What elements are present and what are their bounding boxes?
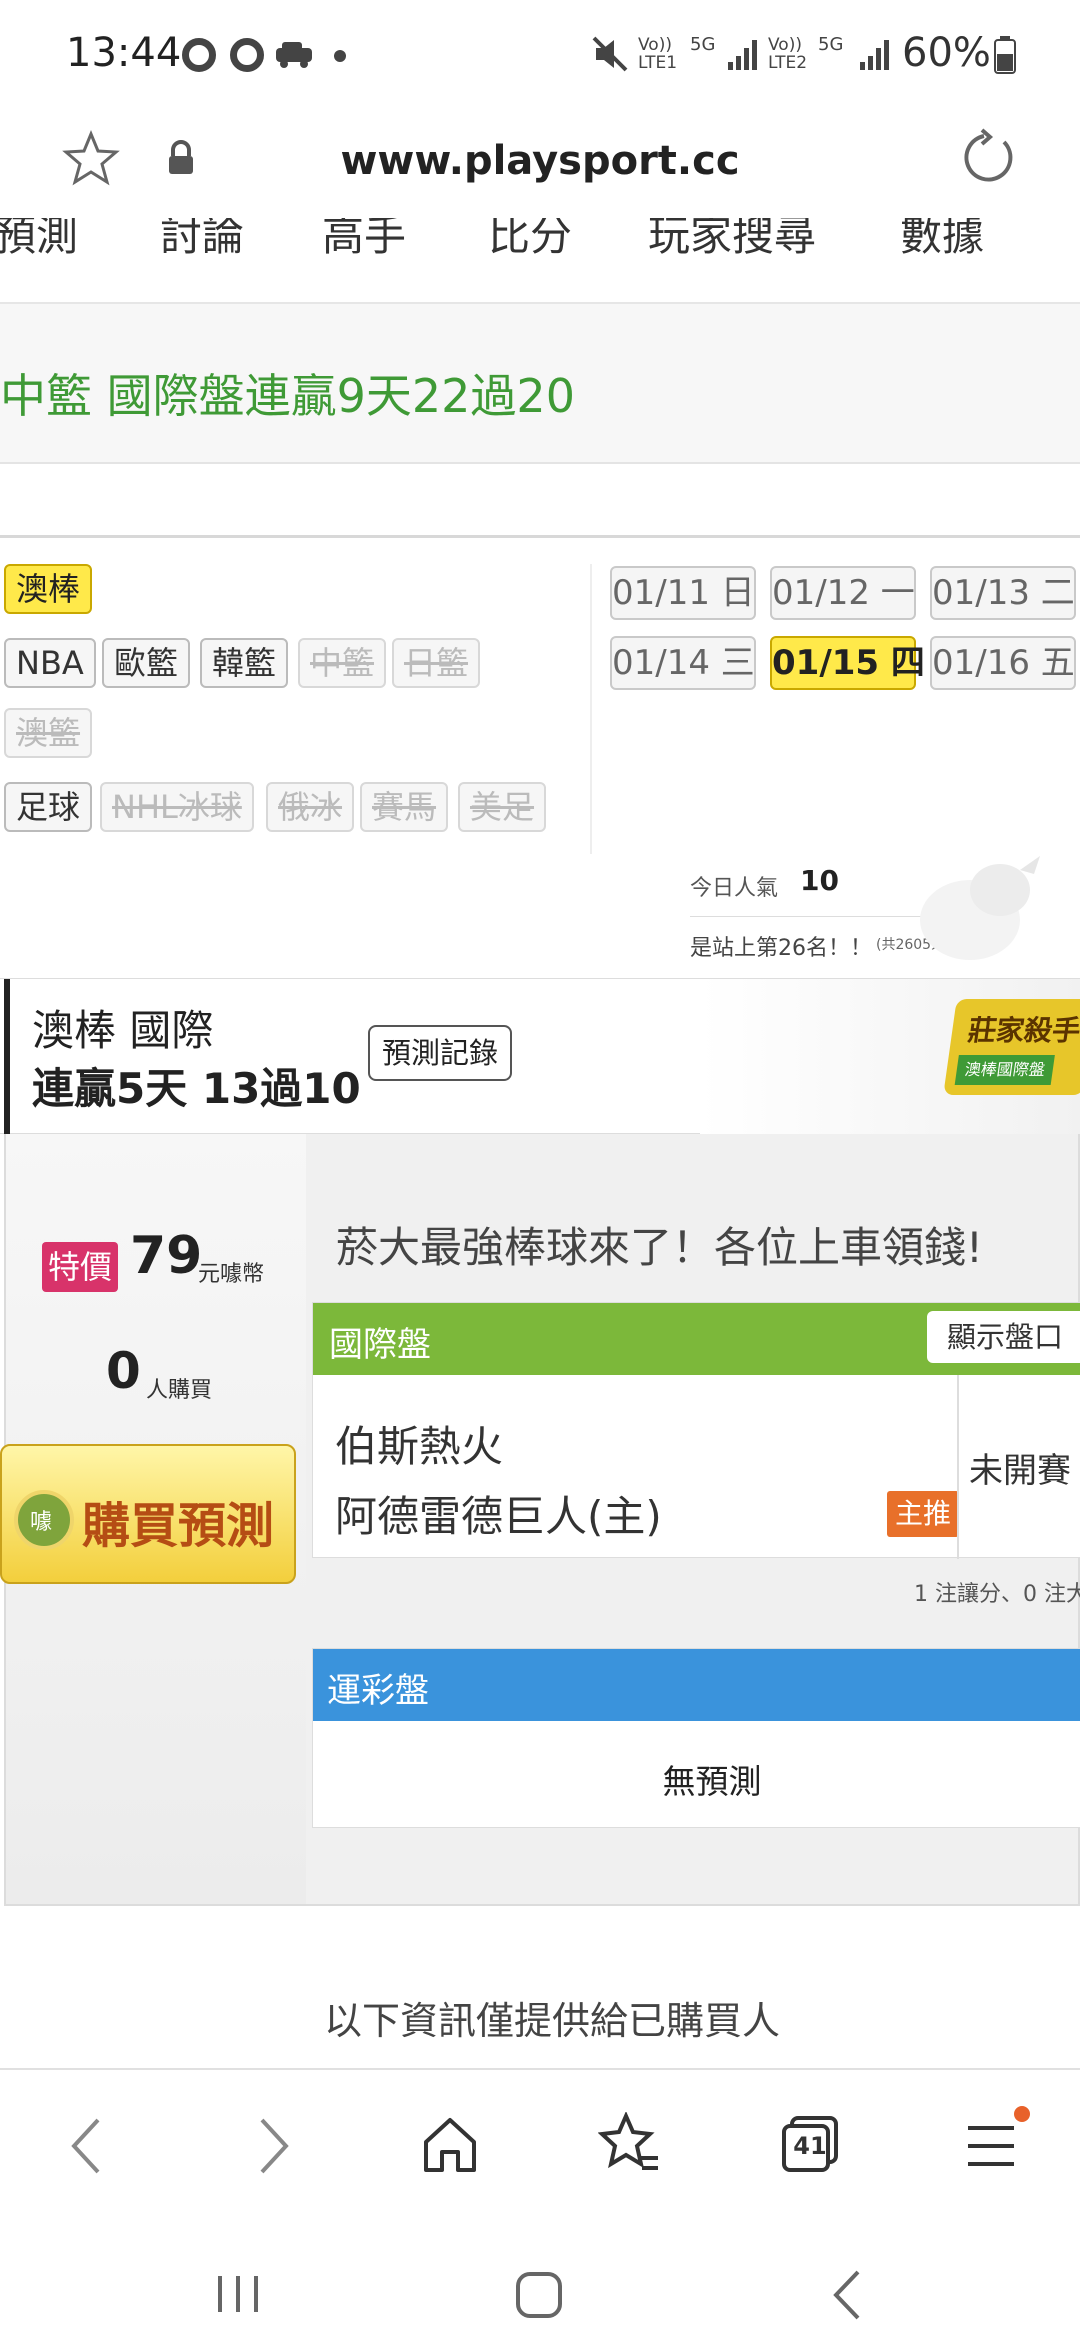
url-text[interactable]: www.playsport.cc [0, 138, 1080, 184]
sport-tag-nhl: NHL冰球 [100, 782, 254, 832]
divider [590, 564, 592, 854]
prediction-record-button[interactable]: 預測記錄 [368, 1025, 513, 1081]
show-odds-button[interactable]: 顯示盤口 [927, 1311, 1080, 1363]
signal-icon [728, 40, 757, 70]
5g-label-2: 5G [818, 34, 844, 55]
expert-league: 澳棒 國際 [32, 1006, 214, 1055]
date-0111[interactable]: 01/11 日 [610, 566, 756, 620]
intl-odds-title: 國際盤 [329, 1325, 431, 1365]
date-0113[interactable]: 01/13 二 [930, 566, 1076, 620]
bookmarks-icon[interactable] [598, 2112, 662, 2176]
lte2-label: Vo)) LTE2 [768, 35, 808, 73]
sport-tag-khl: 俄冰 [266, 782, 355, 832]
battery-icon [994, 36, 1016, 74]
sport-filter-panel: 澳棒 NBA 歐籃 韓籃 中籃 日籃 澳籃 足球 NHL冰球 俄冰 賽馬 美足 … [0, 540, 1080, 980]
away-team: 伯斯熱火 [335, 1422, 504, 1471]
buyers-label: 人購買 [146, 1378, 213, 1403]
tab-predict[interactable]: 預測 [0, 218, 78, 263]
bet-summary: 1 注讓分、0 注大 [914, 1582, 1080, 1607]
browser-url-bar: www.playsport.cc [0, 112, 1080, 224]
mute-icon [592, 36, 628, 72]
tab-discuss[interactable]: 討論 [160, 218, 244, 263]
price-value: 79 [130, 1226, 203, 1286]
tab-scores[interactable]: 比分 [488, 218, 572, 263]
buy-prediction-button[interactable]: 噱 購買預測 [0, 1444, 296, 1584]
buy-button-badge-text: 噱 [30, 1510, 53, 1535]
lottery-no-prediction: 無預測 [662, 1762, 762, 1801]
sport-tag-aus-basketball: 澳籃 [4, 708, 93, 758]
sport-tag-football[interactable]: 足球 [4, 782, 93, 832]
status-bar: 13:44 Vo)) LTE1 5G Vo)) LTE2 5G 60% [0, 0, 1080, 112]
promo-banner[interactable]: 中籃 國際盤連贏9天22過20 [0, 304, 1080, 464]
tab-data[interactable]: 數據 [900, 218, 984, 263]
lottery-odds-panel: 運彩盤 無預測 [312, 1648, 1080, 1828]
popularity-rank: 是站上第26名！！ [690, 936, 872, 961]
system-nav-bar [0, 2228, 1080, 2340]
popularity-label: 今日人氣 [690, 876, 779, 901]
expert-card-accent [4, 979, 10, 1135]
sport-tag-japan-basketball: 日籃 [392, 638, 481, 688]
system-home-icon[interactable] [514, 2270, 564, 2320]
sport-tag-horse-racing: 賽馬 [360, 782, 449, 832]
lte1-label: Vo)) LTE1 [638, 35, 678, 73]
back-arrow-icon[interactable] [66, 2116, 106, 2176]
popularity-value: 10 [800, 864, 839, 897]
date-0112[interactable]: 01/12 一 [770, 566, 916, 620]
price-unit: 元噱幣 [198, 1262, 265, 1287]
badge-subtext: 澳棒國際盤 [954, 1055, 1055, 1085]
spacer [0, 464, 1080, 538]
notification-dot-icon [334, 50, 346, 62]
sport-tag-american-football: 美足 [458, 782, 547, 832]
home-icon[interactable] [420, 2114, 480, 2176]
menu-notification-dot-icon [1014, 2106, 1030, 2122]
recents-icon[interactable] [214, 2272, 264, 2316]
sport-tag-aus-baseball[interactable]: 澳棒 [4, 564, 93, 614]
info-section: 以下資訊僅提供給已購買人 [0, 1906, 1080, 2068]
date-0116[interactable]: 01/16 五 [930, 636, 1076, 690]
forward-arrow-icon[interactable] [254, 2116, 294, 2176]
banker-killer-badge: 莊家殺手 澳棒國際盤 [943, 999, 1080, 1095]
reload-icon[interactable] [960, 128, 1018, 186]
special-price-tag: 特價 [42, 1242, 119, 1292]
badge-text: 莊家殺手 [966, 1014, 1080, 1047]
sport-tag-euro-basketball[interactable]: 歐籃 [102, 638, 191, 688]
tab-experts[interactable]: 高手 [322, 218, 406, 263]
expert-streak: 連贏5天 13過10 [32, 1064, 361, 1113]
date-0114[interactable]: 01/14 三 [610, 636, 756, 690]
home-team: 阿德雷德巨人(主) [335, 1492, 662, 1541]
chrome-icon-2 [230, 38, 264, 72]
match-status: 未開賽 [969, 1451, 1071, 1491]
promo-banner-text[interactable]: 中籃 國際盤連贏9天22過20 [0, 360, 575, 426]
browser-bottom-nav: 41 [0, 2068, 1080, 2228]
lottery-odds-title: 運彩盤 [327, 1671, 429, 1711]
buy-button-label: 購買預測 [82, 1498, 275, 1554]
system-back-icon[interactable] [828, 2268, 868, 2322]
buy-button-badge-icon: 噱 [14, 1490, 74, 1550]
date-0115[interactable]: 01/15 四 [770, 636, 925, 690]
buyer-only-notice: 以下資訊僅提供給已購買人 [324, 1999, 781, 2043]
main-pick-tag: 主推 [887, 1491, 960, 1537]
status-time: 13:44 [66, 30, 182, 76]
sport-tag-korea-basketball[interactable]: 韓籃 [200, 638, 289, 688]
battery-percent: 60% [902, 30, 991, 76]
sport-tag-china-basketball: 中籃 [298, 638, 387, 688]
divider-3 [957, 1375, 959, 1559]
car-icon [276, 42, 312, 68]
expert-card: 澳棒 國際 連贏5天 13過10 預測記錄 莊家殺手 澳棒國際盤 [0, 978, 1080, 1135]
menu-icon[interactable] [964, 2122, 1018, 2170]
tab-player-search[interactable]: 玩家搜尋 [648, 218, 816, 263]
site-nav-tabs: 預測 討論 高手 比分 玩家搜尋 數據 [0, 218, 1080, 304]
buyers-count: 0 [106, 1342, 141, 1400]
intl-odds-panel: 國際盤 顯示盤口 伯斯熱火 阿德雷德巨人(主) 主推 未開賽 [312, 1302, 1080, 1559]
5g-label: 5G [690, 34, 716, 55]
product-title: 菸大最強棒球來了！各位上車領錢! [336, 1223, 983, 1272]
mascot-logo-icon [920, 856, 1040, 960]
signal-icon-2 [860, 40, 889, 70]
sport-tag-nba[interactable]: NBA [4, 638, 96, 688]
chrome-icon [182, 38, 216, 72]
tabs-count: 41 [793, 2132, 827, 2160]
